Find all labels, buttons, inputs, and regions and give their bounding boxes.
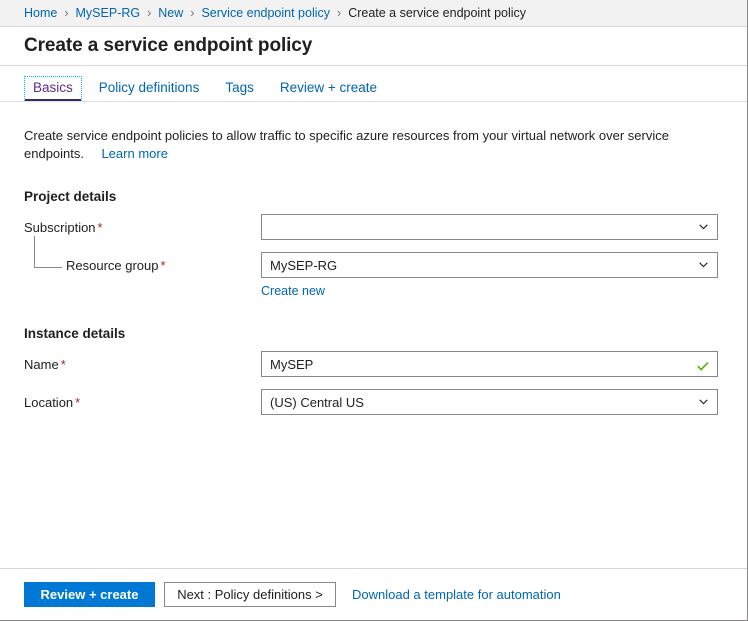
- breadcrumb-item-service-endpoint-policy[interactable]: Service endpoint policy: [201, 7, 330, 20]
- breadcrumb-separator: ›: [190, 7, 194, 20]
- create-new-wrap: Create new: [261, 280, 718, 300]
- section-heading-instance-details: Instance details: [24, 326, 723, 341]
- required-asterisk: *: [75, 395, 80, 410]
- resource-group-label-wrap: Resource group*: [24, 258, 261, 273]
- breadcrumb-separator: ›: [147, 7, 151, 20]
- subscription-dropdown[interactable]: [261, 214, 718, 240]
- tab-bar: Basics Policy definitions Tags Review + …: [0, 66, 747, 102]
- breadcrumb-item-new[interactable]: New: [158, 7, 183, 20]
- breadcrumb-separator: ›: [64, 7, 68, 20]
- review-create-button[interactable]: Review + create: [24, 582, 155, 607]
- location-label: Location: [24, 395, 73, 410]
- tab-tags[interactable]: Tags: [216, 81, 263, 102]
- required-asterisk: *: [61, 357, 66, 372]
- name-label-wrap: Name*: [24, 357, 261, 372]
- subscription-label-wrap: Subscription*: [24, 220, 261, 235]
- page-title: Create a service endpoint policy: [24, 35, 312, 57]
- form-row-name: Name* MySEP: [24, 349, 723, 379]
- chevron-down-icon: [699, 224, 708, 230]
- chevron-down-icon: [699, 399, 708, 405]
- name-label: Name: [24, 357, 59, 372]
- form-row-subscription: Subscription*: [24, 212, 723, 242]
- resource-group-value: MySEP-RG: [270, 258, 337, 273]
- resource-group-field-wrap: MySEP-RG: [261, 252, 718, 278]
- name-input[interactable]: MySEP: [261, 351, 718, 377]
- name-value: MySEP: [270, 357, 313, 372]
- name-field-wrap: MySEP: [261, 351, 718, 377]
- subscription-field-wrap: [261, 214, 718, 240]
- footer-action-bar: Review + create Next : Policy definition…: [0, 568, 747, 620]
- next-policy-definitions-button[interactable]: Next : Policy definitions >: [164, 582, 336, 607]
- form-row-location: Location* (US) Central US: [24, 387, 723, 417]
- create-new-resource-group-link[interactable]: Create new: [261, 284, 325, 298]
- learn-more-link[interactable]: Learn more: [101, 145, 167, 162]
- title-bar: Create a service endpoint policy: [0, 27, 747, 66]
- location-field-wrap: (US) Central US: [261, 389, 718, 415]
- tab-basics[interactable]: Basics: [24, 76, 82, 102]
- chevron-down-icon: [699, 262, 708, 268]
- intro-block: Create service endpoint policies to allo…: [24, 127, 723, 163]
- breadcrumb-item-current: Create a service endpoint policy: [348, 7, 526, 20]
- subscription-label: Subscription: [24, 220, 96, 235]
- tab-policy-definitions[interactable]: Policy definitions: [90, 81, 209, 102]
- required-asterisk: *: [98, 220, 103, 235]
- form-content: Create service endpoint policies to allo…: [0, 103, 747, 568]
- form-row-resource-group: Resource group* MySEP-RG: [24, 250, 723, 280]
- location-value: (US) Central US: [270, 395, 364, 410]
- create-service-endpoint-policy-page: Home › MySEP-RG › New › Service endpoint…: [0, 0, 748, 621]
- required-asterisk: *: [161, 258, 166, 273]
- download-template-link[interactable]: Download a template for automation: [352, 587, 561, 602]
- create-new-row: Create new: [24, 280, 723, 300]
- location-dropdown[interactable]: (US) Central US: [261, 389, 718, 415]
- resource-group-label: Resource group: [66, 258, 159, 273]
- breadcrumb-item-mysep-rg[interactable]: MySEP-RG: [76, 7, 141, 20]
- tab-review-create[interactable]: Review + create: [271, 81, 386, 102]
- resource-group-dropdown[interactable]: MySEP-RG: [261, 252, 718, 278]
- breadcrumb-separator: ›: [337, 7, 341, 20]
- checkmark-valid-icon: [697, 359, 709, 369]
- breadcrumb: Home › MySEP-RG › New › Service endpoint…: [0, 0, 747, 27]
- section-heading-project-details: Project details: [24, 189, 723, 204]
- spacer: [24, 280, 261, 300]
- breadcrumb-item-home[interactable]: Home: [24, 7, 57, 20]
- location-label-wrap: Location*: [24, 395, 261, 410]
